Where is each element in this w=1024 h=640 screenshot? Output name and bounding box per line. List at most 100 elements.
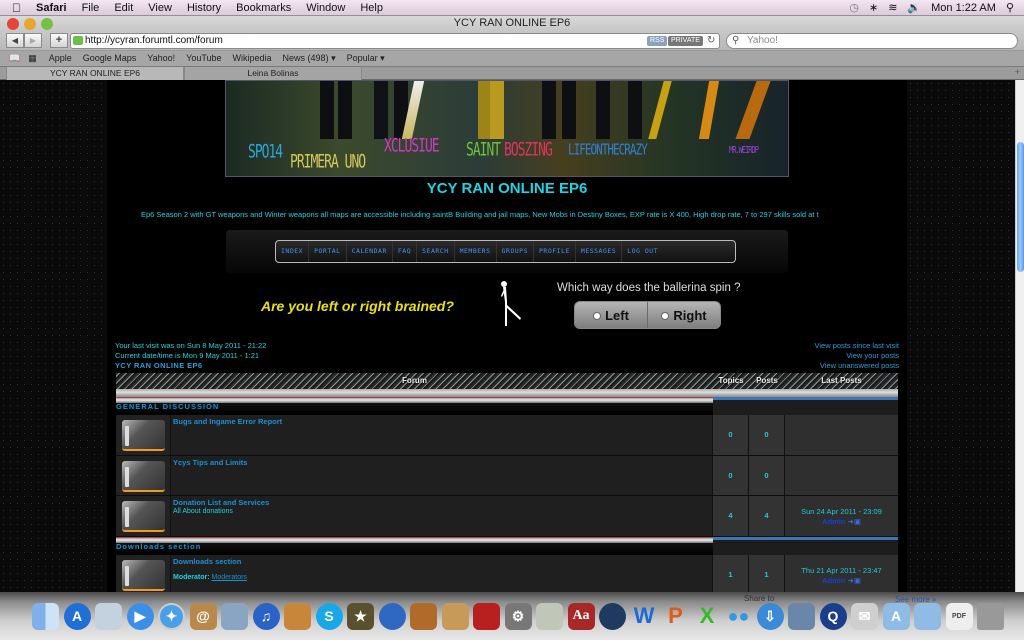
word-icon[interactable]: W	[631, 603, 658, 630]
powerpoint-icon[interactable]: P	[662, 603, 689, 630]
forum-link[interactable]: Ycys Tips and Limits	[173, 458, 712, 467]
imovie-icon[interactable]: ★	[347, 602, 374, 630]
view-posts-since-last-visit-link[interactable]: View posts since last visit	[815, 341, 899, 351]
documents-folder-icon[interactable]	[914, 602, 941, 630]
nav-groups[interactable]: GROUPS	[497, 241, 534, 262]
tab-leina-bolinas[interactable]: Leina Bolinas	[184, 67, 362, 80]
system-preferences-icon[interactable]: ⚙	[504, 602, 532, 630]
nav-messages[interactable]: MESSAGES	[576, 241, 623, 262]
top-sites-icon[interactable]: ▦	[28, 51, 37, 66]
spotlight-icon[interactable]: ⚲	[1006, 1, 1014, 14]
itunes-icon[interactable]: ♫	[252, 602, 280, 630]
mail-icon[interactable]	[95, 602, 122, 630]
nav-calendar[interactable]: CALENDAR	[347, 241, 393, 262]
forward-button[interactable]: ▶	[24, 33, 42, 48]
skype-icon[interactable]: S	[315, 602, 343, 630]
vertical-scrollbar[interactable]	[1015, 80, 1024, 592]
preview-icon[interactable]	[441, 602, 469, 630]
radio-left[interactable]	[593, 312, 602, 320]
time-machine-icon[interactable]: ◷	[849, 1, 859, 14]
rss-badge[interactable]: RSS	[647, 36, 668, 46]
nav-faq[interactable]: FAQ	[393, 241, 418, 262]
forum-link[interactable]: Donation List and Services	[173, 498, 712, 507]
moderators-link[interactable]: Moderators	[212, 574, 247, 581]
back-button[interactable]: ◀	[6, 33, 24, 48]
app-store-icon[interactable]: A	[63, 602, 91, 630]
see-more-link[interactable]: See more »	[895, 595, 936, 604]
finder-icon[interactable]	[32, 602, 59, 630]
download-icon[interactable]: ⇩	[756, 602, 784, 630]
menu-history[interactable]: History	[187, 2, 221, 14]
nav-members[interactable]: MEMBERS	[455, 241, 497, 262]
bookmark-yahoo[interactable]: Yahoo!	[147, 51, 175, 66]
nav-portal[interactable]: PORTAL	[309, 241, 347, 262]
bluetooth-icon[interactable]: ∗	[869, 1, 878, 14]
board-index-link[interactable]: YCY RAN ONLINE EP6	[115, 361, 266, 371]
menubar-clock[interactable]: Mon 1:22 AM	[931, 2, 996, 14]
garageband-icon[interactable]	[410, 602, 437, 630]
apple-menu-icon[interactable]: 	[12, 1, 26, 15]
iphoto-icon[interactable]	[221, 602, 248, 630]
dvd-player-icon[interactable]	[378, 602, 406, 630]
private-badge[interactable]: PRIVATE	[668, 36, 703, 46]
last-post-author-link[interactable]: Admin	[822, 517, 845, 526]
nav-profile[interactable]: PROFILE	[534, 241, 576, 262]
address-bar[interactable]: http://ycyran.forumtl.com/forum RSS PRIV…	[70, 33, 720, 49]
photo-booth-icon[interactable]	[473, 602, 500, 630]
nav-search[interactable]: SEARCH	[417, 241, 455, 262]
view-your-posts-link[interactable]: View your posts	[815, 351, 899, 361]
bookmark-popular[interactable]: Popular ▾	[347, 51, 385, 66]
excel-icon[interactable]: X	[694, 603, 721, 630]
reload-icon[interactable]: ↻	[707, 34, 715, 48]
search-field[interactable]: ⚲ Yahoo!	[726, 33, 1018, 49]
windows-vm-icon[interactable]	[788, 602, 815, 630]
address-book-icon[interactable]: @	[189, 602, 217, 630]
reading-list-icon[interactable]: 📖	[9, 51, 20, 66]
minimize-window-button[interactable]	[24, 18, 36, 30]
quicktime-icon[interactable]: Q	[819, 602, 847, 630]
menu-window[interactable]: Window	[306, 2, 345, 14]
view-unanswered-posts-link[interactable]: View unanswered posts	[815, 361, 899, 371]
safari-icon[interactable]: ✦	[158, 602, 185, 630]
add-bookmark-button[interactable]: +	[50, 33, 68, 48]
pdf-stack-icon[interactable]: PDF	[945, 602, 973, 630]
close-window-button[interactable]	[7, 18, 19, 30]
bookmark-wikipedia[interactable]: Wikipedia	[233, 51, 272, 66]
applications-folder-icon[interactable]: A	[882, 602, 910, 630]
menu-app-safari[interactable]: Safari	[36, 2, 67, 14]
last-post-author-link[interactable]: Admin	[822, 576, 845, 585]
volume-icon[interactable]: 🔉	[907, 1, 921, 14]
quiz-right-option[interactable]: Right	[648, 302, 720, 328]
mail-stack-icon[interactable]: ✉	[851, 602, 878, 630]
new-tab-icon[interactable]: +	[1015, 67, 1020, 77]
bookmark-news[interactable]: News (498) ▾	[283, 51, 336, 66]
radio-right[interactable]	[661, 312, 670, 320]
bookmark-google-maps[interactable]: Google Maps	[83, 51, 137, 66]
photo-app-icon[interactable]	[599, 602, 626, 630]
trash-icon[interactable]	[977, 602, 1004, 630]
tab-ycy-ran[interactable]: YCY RAN ONLINE EP6	[6, 67, 184, 80]
menu-file[interactable]: File	[82, 2, 100, 14]
menu-view[interactable]: View	[148, 2, 172, 14]
menu-edit[interactable]: Edit	[114, 2, 133, 14]
category-title-general-discussion[interactable]: GENERAL DISCUSSION	[116, 402, 219, 411]
menu-bookmarks[interactable]: Bookmarks	[236, 2, 291, 14]
messenger-icon[interactable]: ●●	[725, 603, 752, 630]
category-title-downloads[interactable]: Downloads section	[116, 542, 201, 551]
wifi-icon[interactable]: ≋	[888, 1, 897, 14]
bookmark-apple[interactable]: Apple	[49, 51, 72, 66]
nav-log-out[interactable]: LOG OUT	[622, 241, 663, 262]
dictionary-icon[interactable]: Aa	[567, 602, 595, 630]
scrollbar-thumb[interactable]	[1017, 142, 1024, 272]
go-to-last-post-icon[interactable]: ➜▣	[848, 576, 861, 585]
zoom-window-button[interactable]	[41, 18, 53, 30]
quiz-left-option[interactable]: Left	[575, 302, 648, 328]
forum-link[interactable]: Bugs and Ingame Error Report	[173, 417, 712, 426]
menu-help[interactable]: Help	[360, 2, 383, 14]
go-to-last-post-icon[interactable]: ➜▣	[848, 517, 861, 526]
forum-link[interactable]: Downloads section	[173, 557, 712, 566]
image-capture-icon[interactable]	[284, 602, 311, 630]
bookmark-youtube[interactable]: YouTube	[186, 51, 221, 66]
calculator-icon[interactable]	[536, 602, 563, 630]
ichat-icon[interactable]: ▶	[126, 602, 154, 630]
